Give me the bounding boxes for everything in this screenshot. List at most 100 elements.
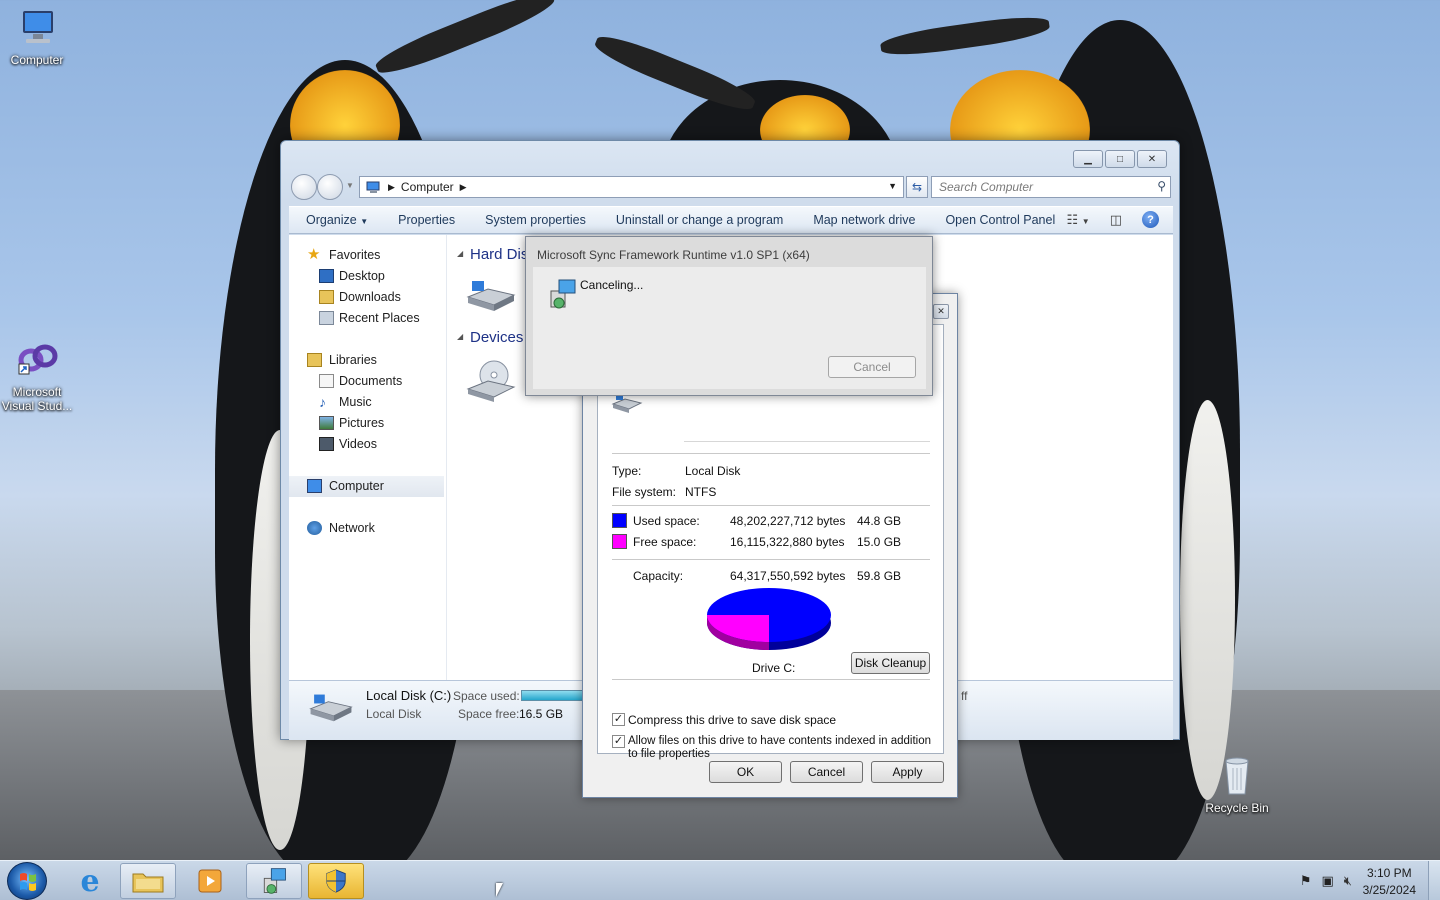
organize-menu[interactable]: Organize ▼: [306, 213, 368, 227]
nav-computer[interactable]: Computer: [289, 476, 444, 497]
installer-icon: [263, 868, 286, 894]
nav-videos[interactable]: Videos: [289, 434, 446, 455]
details-drive-type: Local Disk: [366, 707, 422, 721]
wallpaper-penguin-right-belly: [1180, 400, 1235, 800]
recent-pages-dropdown-icon[interactable]: ▼: [346, 181, 354, 190]
installer-icon: [550, 279, 576, 309]
navigation-bar: ▼ ▶ Computer ▶ ▼ ⇆ Search Computer ⚲: [289, 174, 1173, 200]
breadcrumb-separator-icon: ▶: [388, 181, 395, 192]
wallpaper-penguin-middle-beak: [591, 29, 759, 117]
start-button[interactable]: [7, 862, 47, 900]
search-icon[interactable]: ⚲: [1157, 179, 1166, 193]
change-view-icon[interactable]: ☷ ▼: [1067, 212, 1090, 228]
clock-date: 3/25/2024: [1362, 883, 1416, 897]
maximize-button[interactable]: □: [1105, 150, 1135, 168]
forward-button[interactable]: [317, 174, 343, 200]
index-files-label: Allow files on this drive to have conten…: [628, 735, 932, 760]
group-hard-disk-drives[interactable]: Hard Dis: [470, 246, 528, 263]
network-tray-icon[interactable]: ▣: [1322, 873, 1334, 889]
nav-music[interactable]: ♪ Music: [289, 392, 446, 413]
close-button[interactable]: ✕: [1137, 150, 1167, 168]
recycle-bin-icon: [1225, 757, 1249, 795]
toolbar-right-group: ☷ ▼ ◫ ?: [1067, 211, 1159, 228]
desktop-icon-visual-studio[interactable]: Microsoft Visual Stud...: [0, 340, 77, 413]
wallpaper-penguin-right-beak: [879, 12, 1051, 60]
used-space-gb: 44.8 GB: [857, 514, 902, 528]
taskbar-internet-explorer[interactable]: e: [62, 863, 118, 899]
taskbar-clock[interactable]: 3:10 PM 3/25/2024: [1363, 865, 1416, 899]
taskbar-windows-explorer[interactable]: [120, 863, 176, 899]
libraries-folder-icon: [307, 353, 322, 367]
command-bar: Organize ▼ Properties System properties …: [289, 206, 1173, 234]
used-space-bytes: 48,202,227,712 bytes: [730, 514, 846, 528]
visual-studio-icon: [18, 344, 58, 375]
index-files-checkbox[interactable]: ✓: [612, 735, 625, 748]
close-icon[interactable]: ✕: [933, 304, 949, 319]
cancel-button[interactable]: Cancel: [790, 761, 863, 783]
search-input[interactable]: Search Computer ⚲: [931, 176, 1171, 198]
media-player-icon: [198, 869, 222, 893]
dvd-drive-icon[interactable]: [464, 359, 518, 403]
chevron-down-icon: ▼: [360, 217, 369, 226]
nav-desktop[interactable]: Desktop: [289, 266, 446, 287]
disk-cleanup-button[interactable]: Disk Cleanup: [851, 652, 930, 674]
installer-cancel-button[interactable]: Cancel: [828, 356, 916, 378]
apply-button[interactable]: Apply: [871, 761, 944, 783]
installer-dialog[interactable]: Microsoft Sync Framework Runtime v1.0 SP…: [525, 236, 933, 396]
free-space-gb: 15.0 GB: [857, 535, 902, 549]
network-icon: [307, 521, 322, 535]
taskbar: e ⚑ ▣ 🔇︎ 3:10 PM 3/25/2024: [0, 860, 1440, 900]
drive-name-field[interactable]: [684, 420, 930, 442]
capacity-label: Capacity:: [633, 569, 684, 583]
taskbar-security-prompt[interactable]: [308, 863, 364, 899]
recent-places-icon: [319, 311, 334, 325]
taskbar-media-player[interactable]: [182, 863, 238, 899]
nav-libraries[interactable]: Libraries: [289, 350, 446, 371]
details-fragment-text: ff: [961, 689, 968, 703]
desktop-icon-recycle-bin[interactable]: Recycle Bin: [1197, 756, 1277, 815]
group-toggle-icon[interactable]: ◢: [457, 249, 463, 258]
address-bar[interactable]: ▶ Computer ▶ ▼: [359, 176, 904, 198]
details-space-used-label: Space used:: [453, 689, 520, 703]
search-placeholder: Search Computer: [939, 180, 1034, 194]
volume-muted-icon[interactable]: 🔇︎: [1344, 873, 1352, 889]
properties-button[interactable]: Properties: [398, 213, 455, 227]
group-devices-removable[interactable]: Devices: [470, 329, 523, 346]
computer-small-icon: [307, 479, 322, 493]
ok-button[interactable]: OK: [709, 761, 782, 783]
nav-pictures[interactable]: Pictures: [289, 413, 446, 434]
taskbar-installer[interactable]: [246, 863, 302, 899]
refresh-icon: ⇆: [911, 180, 923, 194]
nav-network[interactable]: Network: [289, 518, 446, 539]
installer-title: Microsoft Sync Framework Runtime v1.0 SP…: [537, 248, 810, 262]
system-properties-button[interactable]: System properties: [485, 213, 586, 227]
nav-favorites[interactable]: ★ Favorites: [289, 245, 446, 266]
minimize-button[interactable]: ▁: [1073, 150, 1103, 168]
used-space-label: Used space:: [633, 514, 700, 528]
wallpaper-penguin-left-beak: [372, 0, 558, 81]
show-desktop-button[interactable]: [1428, 861, 1440, 900]
nav-recent-places[interactable]: Recent Places: [289, 308, 446, 329]
back-button[interactable]: [291, 174, 317, 200]
shield-icon: [326, 869, 346, 893]
local-disk-drive-icon[interactable]: [464, 275, 518, 315]
action-center-flag-icon[interactable]: ⚑: [1300, 873, 1312, 889]
desktop-icon-computer[interactable]: Computer: [0, 8, 77, 67]
breadcrumb-computer[interactable]: Computer: [401, 180, 454, 194]
help-icon[interactable]: ?: [1142, 211, 1159, 228]
space-used-bar: [521, 690, 583, 701]
uninstall-program-button[interactable]: Uninstall or change a program: [616, 213, 783, 227]
nav-downloads[interactable]: Downloads: [289, 287, 446, 308]
open-control-panel-button[interactable]: Open Control Panel: [945, 213, 1055, 227]
address-dropdown-icon[interactable]: ▼: [888, 181, 897, 191]
folder-icon: [132, 873, 164, 893]
group-toggle-icon[interactable]: ◢: [457, 332, 463, 341]
breadcrumb-arrow-icon[interactable]: ▶: [460, 182, 467, 193]
refresh-button[interactable]: ⇆: [906, 176, 928, 198]
details-space-free-value: 16.5 GB: [519, 707, 564, 721]
window-controls: ▁ □ ✕: [1073, 150, 1167, 168]
nav-documents[interactable]: Documents: [289, 371, 446, 392]
map-network-drive-button[interactable]: Map network drive: [813, 213, 915, 227]
preview-pane-icon[interactable]: ◫: [1110, 212, 1122, 228]
compress-drive-checkbox[interactable]: ✓: [612, 713, 625, 726]
